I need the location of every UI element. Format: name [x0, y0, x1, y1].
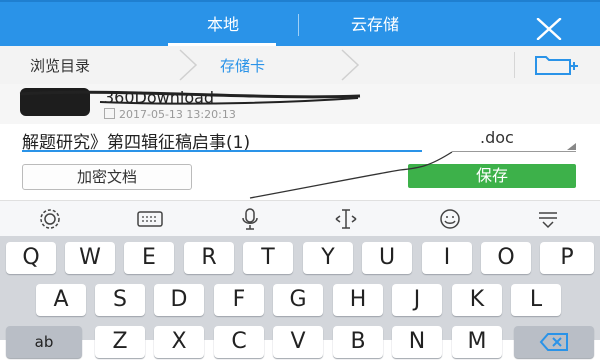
folder-icon	[20, 88, 90, 116]
key-q[interactable]: Q	[6, 242, 56, 274]
tab-divider	[298, 14, 299, 36]
keyboard: Q W E R T Y U I O P A S D F G H J K L ab…	[0, 236, 600, 358]
key-m[interactable]: M	[452, 326, 502, 358]
breadcrumb: 浏览目录 存储卡	[0, 46, 600, 85]
backspace-icon[interactable]	[514, 326, 594, 358]
breadcrumb-item-browse[interactable]: 浏览目录	[30, 46, 90, 84]
key-u[interactable]: U	[362, 242, 412, 274]
extension-select[interactable]: .doc	[452, 128, 578, 152]
list-item[interactable]: 360Download 2017-05-13 13:20:13	[0, 84, 600, 124]
key-h[interactable]: H	[333, 284, 383, 316]
keyboard-icon[interactable]	[136, 207, 164, 231]
key-i[interactable]: I	[422, 242, 472, 274]
key-p[interactable]: P	[540, 242, 594, 274]
key-f[interactable]: F	[214, 284, 264, 316]
key-v[interactable]: V	[273, 326, 323, 358]
key-y[interactable]: Y	[303, 242, 353, 274]
key-o[interactable]: O	[481, 242, 531, 274]
emoji-icon[interactable]	[436, 207, 464, 231]
microphone-icon[interactable]	[236, 207, 264, 231]
top-bar: 本地 云存储	[0, 0, 600, 46]
key-s[interactable]: S	[95, 284, 145, 316]
key-z[interactable]: Z	[95, 326, 145, 358]
tab-local[interactable]: 本地	[160, 2, 286, 46]
chevron-right-icon	[178, 46, 200, 84]
key-a[interactable]: A	[36, 284, 86, 316]
filename-field[interactable]: 解题研究》第四辑征稿启事(1)	[22, 128, 430, 153]
tab-cloud-storage[interactable]: 云存储	[305, 2, 445, 46]
key-j[interactable]: J	[392, 284, 442, 316]
encrypt-document-button[interactable]: 加密文档	[22, 164, 192, 190]
key-b[interactable]: B	[333, 326, 383, 358]
key-r[interactable]: R	[184, 242, 234, 274]
key-d[interactable]: D	[154, 284, 204, 316]
key-x[interactable]: X	[154, 326, 204, 358]
file-name: 360Download	[104, 88, 215, 107]
hide-keyboard-icon[interactable]	[534, 207, 562, 231]
key-n[interactable]: N	[392, 326, 442, 358]
close-icon[interactable]	[532, 17, 566, 41]
file-date-text: 2017-05-13 13:20:13	[119, 108, 236, 121]
extension-underline	[452, 151, 576, 152]
save-button[interactable]: 保存	[408, 164, 576, 188]
key-w[interactable]: W	[65, 242, 115, 274]
calendar-icon	[104, 108, 115, 119]
cursor-icon[interactable]	[332, 207, 360, 231]
key-e[interactable]: E	[124, 242, 174, 274]
chevron-right-icon	[340, 46, 362, 84]
key-t[interactable]: T	[243, 242, 293, 274]
extension-value: .doc	[480, 128, 514, 147]
dropdown-arrow-icon	[567, 143, 576, 150]
breadcrumb-item-sdcard[interactable]: 存储卡	[220, 46, 265, 84]
file-date: 2017-05-13 13:20:13	[104, 108, 236, 121]
key-k[interactable]: K	[452, 284, 502, 316]
filename-underline	[22, 150, 422, 152]
keyboard-toolbar	[0, 200, 600, 237]
toolbar-divider	[514, 52, 515, 78]
key-g[interactable]: G	[273, 284, 323, 316]
key-ab-switch[interactable]: ab	[6, 326, 82, 358]
new-folder-icon[interactable]	[530, 52, 580, 78]
settings-icon[interactable]	[36, 207, 64, 231]
key-c[interactable]: C	[214, 326, 264, 358]
key-l[interactable]: L	[511, 284, 561, 316]
